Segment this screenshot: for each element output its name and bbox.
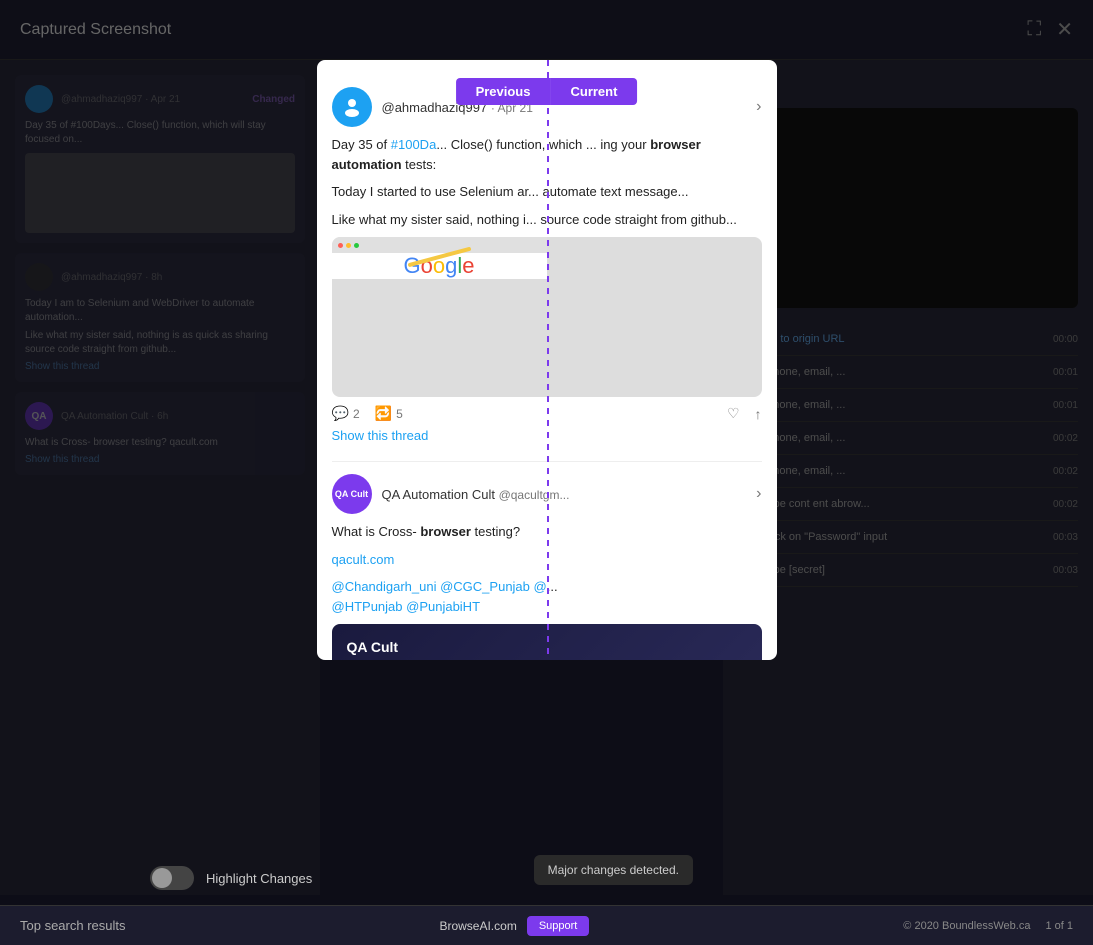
tweet-reply-1[interactable]: 💬 2 [332, 405, 360, 422]
tweet-avatar-1 [332, 87, 372, 127]
changes-detected-text: Major changes detected. [548, 863, 679, 877]
tweet-avatar-2: QA Cult [332, 474, 372, 514]
split-divider [547, 60, 549, 660]
highlight-section: Highlight Changes [150, 866, 312, 890]
footer-center: BrowseAI.com Support [439, 916, 589, 936]
previous-tab[interactable]: Previous [456, 78, 551, 105]
tweet-retweet-1[interactable]: 🔁 5 [375, 405, 403, 422]
comparison-modal: Previous Current @ahmadhaziq997 [317, 60, 777, 660]
tweet-like-1[interactable]: ♡ [727, 405, 740, 422]
tweet-share-1[interactable]: ↑ [755, 406, 762, 422]
footer-logo: BrowseAI.com [439, 919, 516, 933]
reply-count-1: 2 [353, 407, 360, 421]
retweet-count-1: 5 [396, 407, 403, 421]
modal-overlay: Previous Current @ahmadhaziq997 [0, 0, 1093, 945]
highlight-toggle[interactable] [150, 866, 194, 890]
footer-copyright: © 2020 BoundlessWeb.ca [903, 920, 1030, 932]
highlight-label: Highlight Changes [206, 871, 312, 886]
like-icon-1: ♡ [727, 405, 740, 422]
tweet-name-2: QA Automation Cult [382, 487, 495, 502]
changes-detected-tooltip: Major changes detected. [534, 855, 693, 885]
modal-tabs: Previous Current [456, 78, 638, 105]
qa-mention-1[interactable]: @Chandigarh_uni @CGC_Punjab @ [332, 579, 547, 594]
qa-avatar-text: QA Cult [335, 489, 368, 499]
toggle-knob [152, 868, 172, 888]
footer-top-search: Top search results [20, 918, 126, 933]
tweet-chevron-2[interactable]: › [756, 485, 761, 503]
tweet-handle-2: @qacultgm... [499, 488, 570, 502]
share-icon-1: ↑ [755, 406, 762, 422]
tweet-meta-2: QA Automation Cult @qacultgm... [382, 487, 570, 502]
qa-link[interactable]: qacult.com [332, 552, 395, 567]
footer-pagination: 1 of 1 [1045, 920, 1073, 932]
tweet-chevron-1[interactable]: › [756, 98, 761, 116]
reply-icon-1: 💬 [332, 405, 349, 422]
current-tab[interactable]: Current [550, 78, 637, 105]
qa-mention-2[interactable]: @HTPunjab @PunjabiHT [332, 599, 481, 614]
retweet-icon-1: 🔁 [375, 405, 392, 422]
support-button[interactable]: Support [527, 916, 590, 936]
footer-bar: Top search results BrowseAI.com Support … [0, 905, 1093, 945]
footer-right-group: © 2020 BoundlessWeb.ca 1 of 1 [903, 920, 1073, 932]
